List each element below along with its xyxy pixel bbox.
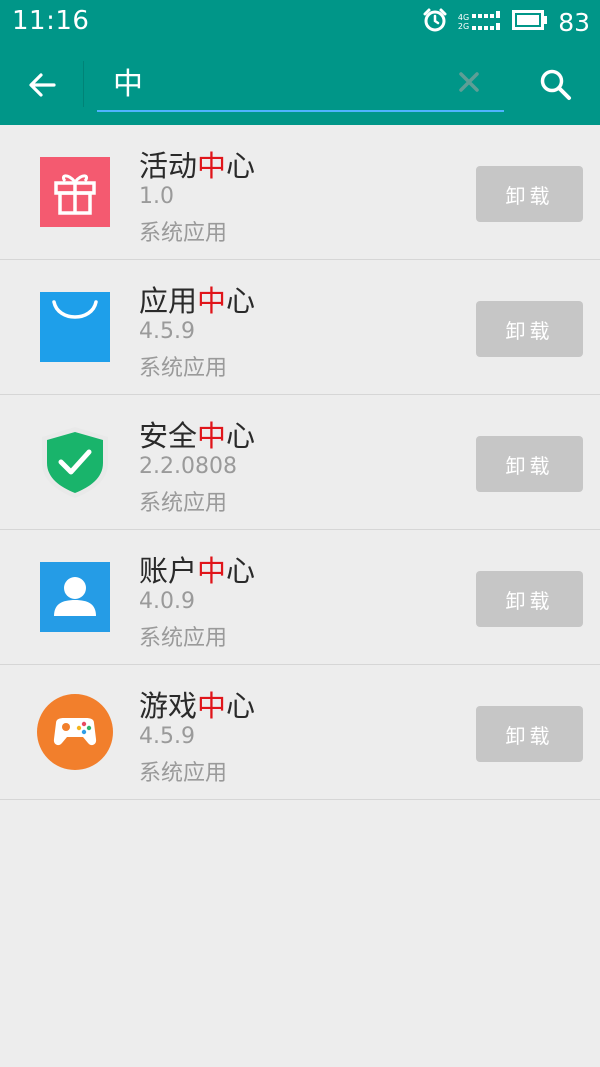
app-category: 系统应用 xyxy=(139,356,228,381)
app-name-prefix: 应用 xyxy=(139,284,198,318)
status-icons: 4G 2G 83 xyxy=(422,6,590,38)
app-name-match: 中 xyxy=(197,689,227,723)
app-name-match: 中 xyxy=(197,554,227,588)
app-name: 安全中心 xyxy=(139,413,255,455)
uninstall-button[interactable]: 卸载 xyxy=(476,706,583,762)
app-name-prefix: 活动 xyxy=(139,149,198,183)
app-version: 4.5.9 xyxy=(139,724,195,749)
shield-check-icon xyxy=(38,425,112,499)
battery-level: 83 xyxy=(558,7,590,37)
app-name-prefix: 安全 xyxy=(139,419,198,453)
list-item[interactable]: 安全中心 2.2.0808 系统应用 卸载 xyxy=(0,395,600,530)
status-time: 11:16 xyxy=(12,6,90,36)
app-name-suffix: 心 xyxy=(226,554,256,588)
shopping-bag-icon xyxy=(38,290,112,364)
battery-icon xyxy=(512,9,548,35)
signal-icon: 4G 2G xyxy=(458,11,502,33)
app-name: 活动中心 xyxy=(139,143,255,185)
app-name-suffix: 心 xyxy=(226,149,256,183)
network-label-top: 4G xyxy=(457,13,470,22)
search-input[interactable] xyxy=(111,61,445,101)
arrow-left-icon xyxy=(29,73,56,97)
app-category: 系统应用 xyxy=(139,626,228,651)
back-button[interactable] xyxy=(18,63,66,107)
toolbar-divider xyxy=(83,61,84,107)
app-name-match: 中 xyxy=(197,284,227,318)
uninstall-button[interactable]: 卸载 xyxy=(476,436,583,492)
app-name-suffix: 心 xyxy=(226,284,256,318)
search-toolbar xyxy=(0,45,600,125)
app-name: 游戏中心 xyxy=(139,683,255,725)
app-name-prefix: 账户 xyxy=(139,554,198,588)
uninstall-button[interactable]: 卸载 xyxy=(476,571,583,627)
user-icon xyxy=(38,560,112,634)
clear-search-button[interactable] xyxy=(454,67,484,97)
app-version: 1.0 xyxy=(139,184,174,209)
app-list: 活动中心 1.0 系统应用 卸载 应用中心 4.5.9 系统应用 卸载 安全中心… xyxy=(0,125,600,800)
app-category: 系统应用 xyxy=(139,221,228,246)
search-button[interactable] xyxy=(534,63,578,107)
list-item[interactable]: 活动中心 1.0 系统应用 卸载 xyxy=(0,125,600,260)
app-version: 4.0.9 xyxy=(139,589,195,614)
status-bar: 11:16 4G 2G 83 xyxy=(0,0,600,45)
search-icon xyxy=(540,69,571,100)
app-name-match: 中 xyxy=(197,419,227,453)
app-name-suffix: 心 xyxy=(226,689,256,723)
list-item[interactable]: 游戏中心 4.5.9 系统应用 卸载 xyxy=(0,665,600,800)
close-icon xyxy=(459,72,479,92)
app-name: 账户中心 xyxy=(139,548,255,590)
alarm-icon xyxy=(422,7,448,37)
app-version: 2.2.0808 xyxy=(139,454,237,479)
app-name-match: 中 xyxy=(197,149,227,183)
app-name: 应用中心 xyxy=(139,278,255,320)
uninstall-button[interactable]: 卸载 xyxy=(476,301,583,357)
gift-icon xyxy=(38,155,112,229)
list-item[interactable]: 账户中心 4.0.9 系统应用 卸载 xyxy=(0,530,600,665)
list-item[interactable]: 应用中心 4.5.9 系统应用 卸载 xyxy=(0,260,600,395)
gamepad-icon xyxy=(37,694,113,770)
app-category: 系统应用 xyxy=(139,761,228,786)
search-field xyxy=(97,55,504,112)
app-name-prefix: 游戏 xyxy=(139,689,198,723)
app-version: 4.5.9 xyxy=(139,319,195,344)
app-name-suffix: 心 xyxy=(226,419,256,453)
app-category: 系统应用 xyxy=(139,491,228,516)
uninstall-button[interactable]: 卸载 xyxy=(476,166,583,222)
network-label-bottom: 2G xyxy=(457,22,470,31)
